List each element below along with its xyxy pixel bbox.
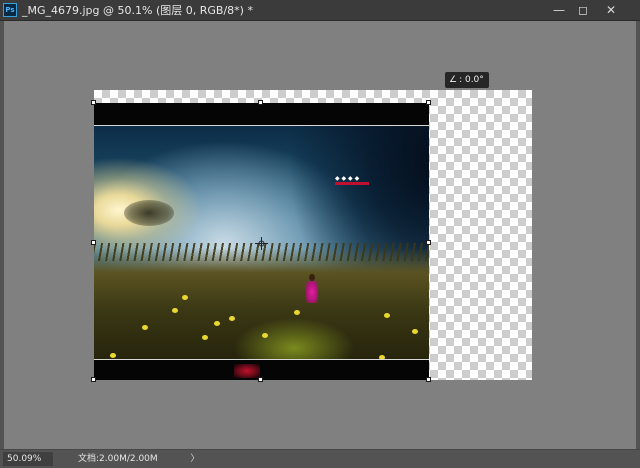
photo-flower [182,295,188,300]
reference-point-icon[interactable] [255,237,268,250]
photo-watermark-underline [335,182,369,185]
photo-cloud [124,200,174,226]
angle-value: : 0.0° [459,75,484,85]
photo-girl [306,281,318,303]
transform-handle-bottom-right[interactable] [426,377,431,382]
transform-handle-left[interactable] [91,240,96,245]
photo-meadow [94,248,429,360]
document-tab-bar: Ps _MG_4679.jpg @ 50.1% (图层 0, RGB/8*) *… [0,0,640,21]
photo-flower [142,325,148,330]
photo-bottom-edge [94,359,429,360]
photoshop-icon: Ps [3,3,17,17]
photo-flower [202,335,208,340]
photo-flower [294,310,300,315]
photo-flower [229,316,235,321]
transform-handle-top-right[interactable] [426,100,431,105]
zoom-level-field[interactable]: 50.09% [3,452,53,466]
photo-watermark-logo [234,364,260,378]
photo-flower [384,313,390,318]
transform-handle-right[interactable] [426,240,431,245]
minimize-button[interactable]: — [548,2,570,18]
transform-handle-top[interactable] [258,100,263,105]
photo-girl-head [309,274,315,281]
photo-top-edge [94,125,429,126]
close-button[interactable]: ✕ [600,2,622,18]
transform-handle-bottom[interactable] [258,377,263,382]
document-title[interactable]: _MG_4679.jpg @ 50.1% (图层 0, RGB/8*) * [22,3,253,18]
photo-flower [214,321,220,326]
photo-flower [110,353,116,358]
angle-icon: ∠ [449,75,458,85]
status-bar: 50.09% 文档:2.00M/2.00M 〉 [0,449,640,468]
status-menu-arrow-icon[interactable]: 〉 [190,452,200,466]
photo-flower [412,329,418,334]
document-size-info: 文档:2.00M/2.00M [78,454,158,464]
transform-handle-top-left[interactable] [91,100,96,105]
photo-flower [172,308,178,313]
rotation-angle-tooltip: ∠: 0.0° [445,72,489,88]
transform-handle-bottom-left[interactable] [91,377,96,382]
photo-flower [262,333,268,338]
restore-button[interactable]: ◻ [572,2,594,18]
